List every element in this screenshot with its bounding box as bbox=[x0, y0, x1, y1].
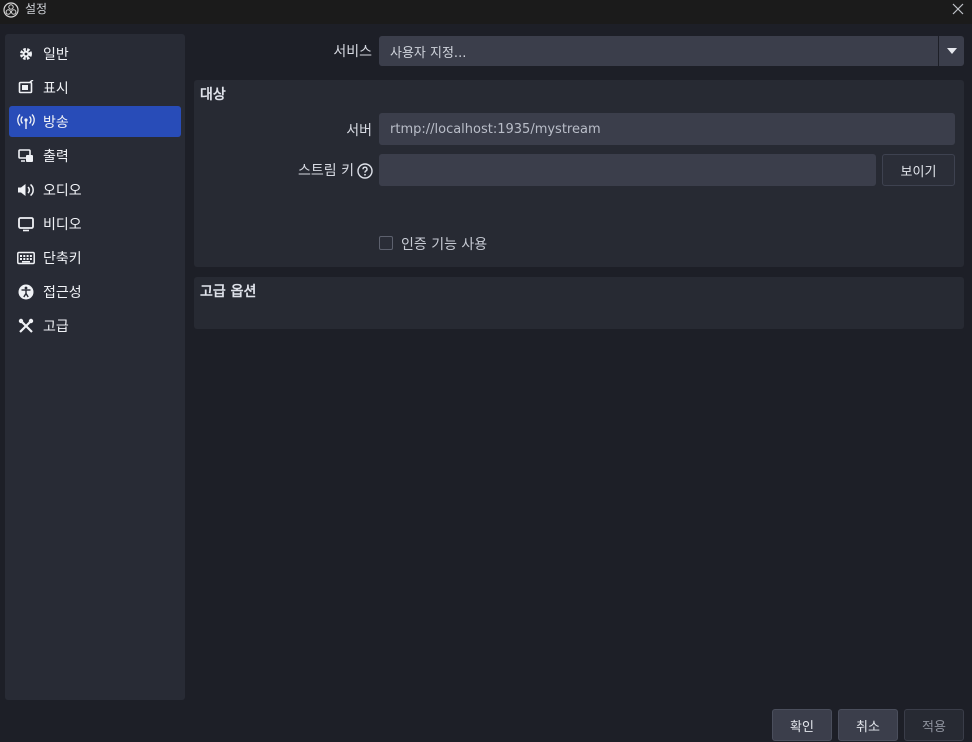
close-icon[interactable] bbox=[950, 1, 966, 17]
auth-checkbox-label[interactable]: 인증 기능 사용 bbox=[401, 234, 487, 254]
help-icon[interactable] bbox=[357, 163, 373, 179]
sidebar-item-label: 고급 bbox=[43, 318, 69, 335]
tools-icon bbox=[17, 317, 35, 335]
stream-key-input[interactable] bbox=[379, 154, 876, 186]
settings-sidebar: 일반 표시 방송 출력 오디오 비디오 단축키 접근성 고급 bbox=[5, 34, 185, 700]
sidebar-item-output[interactable]: 출력 bbox=[9, 140, 181, 171]
sidebar-item-label: 단축키 bbox=[43, 250, 82, 267]
sidebar-item-audio[interactable]: 오디오 bbox=[9, 174, 181, 205]
broadcast-icon bbox=[17, 113, 35, 131]
sidebar-item-general[interactable]: 일반 bbox=[9, 38, 181, 69]
display-icon bbox=[17, 79, 35, 97]
service-dropdown-value: 사용자 지정... bbox=[390, 46, 467, 61]
ok-button[interactable]: 확인 bbox=[772, 709, 832, 741]
output-icon bbox=[17, 147, 35, 165]
service-dropdown[interactable]: 사용자 지정... bbox=[379, 36, 964, 66]
server-input[interactable]: rtmp://localhost:1935/mystream bbox=[379, 113, 955, 145]
sidebar-item-label: 출력 bbox=[43, 148, 69, 165]
sidebar-item-label: 접근성 bbox=[43, 284, 82, 301]
chevron-down-icon[interactable] bbox=[938, 36, 964, 66]
accessibility-icon bbox=[17, 283, 35, 301]
sidebar-item-label: 오디오 bbox=[43, 182, 82, 199]
sidebar-item-label: 일반 bbox=[43, 46, 69, 63]
sidebar-item-stream[interactable]: 방송 bbox=[9, 106, 181, 137]
obs-logo-icon bbox=[3, 2, 19, 18]
sidebar-item-accessibility[interactable]: 접근성 bbox=[9, 276, 181, 307]
window-title: 설정 bbox=[25, 2, 48, 16]
cancel-button[interactable]: 취소 bbox=[838, 709, 898, 741]
sidebar-item-label: 비디오 bbox=[43, 216, 82, 233]
title-bar: 설정 bbox=[0, 0, 972, 24]
advanced-options-group[interactable]: 고급 옵션 bbox=[194, 277, 964, 329]
speaker-icon bbox=[17, 181, 35, 199]
sidebar-item-video[interactable]: 비디오 bbox=[9, 208, 181, 239]
advanced-options-title: 고급 옵션 bbox=[200, 284, 257, 300]
apply-button[interactable]: 적용 bbox=[904, 709, 964, 741]
sidebar-item-display[interactable]: 표시 bbox=[9, 72, 181, 103]
destination-title: 대상 bbox=[200, 87, 226, 103]
sidebar-item-advanced[interactable]: 고급 bbox=[9, 310, 181, 341]
gear-icon bbox=[17, 45, 35, 63]
monitor-icon bbox=[17, 215, 35, 233]
server-label: 서버 bbox=[346, 123, 372, 139]
sidebar-item-label: 표시 bbox=[43, 80, 69, 97]
sidebar-item-label: 방송 bbox=[43, 114, 69, 131]
show-key-button[interactable]: 보이기 bbox=[882, 154, 955, 186]
keyboard-icon bbox=[17, 249, 35, 267]
sidebar-item-hotkeys[interactable]: 단축키 bbox=[9, 242, 181, 273]
service-label: 서비스 bbox=[333, 44, 372, 60]
stream-key-label: 스트림 키 bbox=[298, 163, 354, 179]
auth-checkbox[interactable] bbox=[379, 236, 393, 250]
